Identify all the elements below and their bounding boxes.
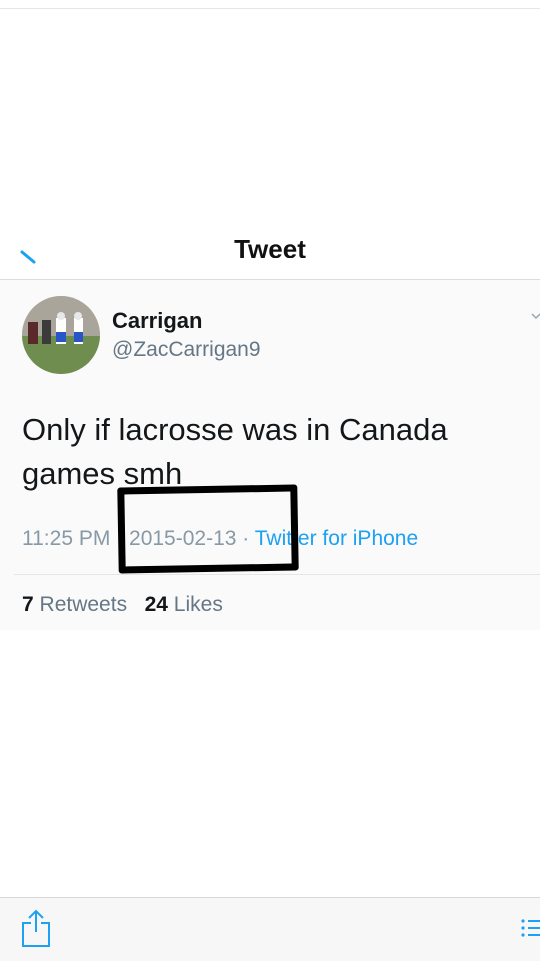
likes-stat[interactable]: 24 Likes bbox=[145, 593, 223, 616]
tweet-card: Carrigan @ZacCarrigan9 Only if lacrosse … bbox=[0, 280, 540, 630]
tweet-time: 11:25 PM bbox=[22, 527, 111, 550]
nav-title: Tweet bbox=[234, 236, 306, 258]
retweets-label: Retweets bbox=[39, 593, 128, 616]
avatar[interactable] bbox=[22, 296, 100, 374]
avatar-photo-icon bbox=[22, 296, 100, 374]
stats-divider bbox=[14, 574, 540, 575]
top-divider bbox=[0, 8, 540, 9]
chevron-down-icon[interactable] bbox=[530, 310, 540, 322]
redaction-box bbox=[117, 484, 299, 574]
retweets-stat[interactable]: 7 Retweets bbox=[22, 593, 127, 616]
share-icon[interactable] bbox=[20, 908, 52, 948]
tweet-stats: 7 Retweets 24 Likes bbox=[22, 593, 223, 617]
retweets-count: 7 bbox=[22, 593, 34, 616]
likes-count: 24 bbox=[144, 593, 168, 616]
tweet-text: Only if lacrosse was in Canada games smh bbox=[22, 412, 448, 491]
likes-label: Likes bbox=[173, 593, 223, 616]
list-icon[interactable] bbox=[520, 916, 540, 940]
display-name[interactable]: Carrigan bbox=[112, 308, 202, 334]
nav-bar: Tweet bbox=[0, 222, 540, 280]
user-handle[interactable]: @ZacCarrigan9 bbox=[112, 338, 261, 362]
bottom-toolbar bbox=[0, 897, 540, 961]
